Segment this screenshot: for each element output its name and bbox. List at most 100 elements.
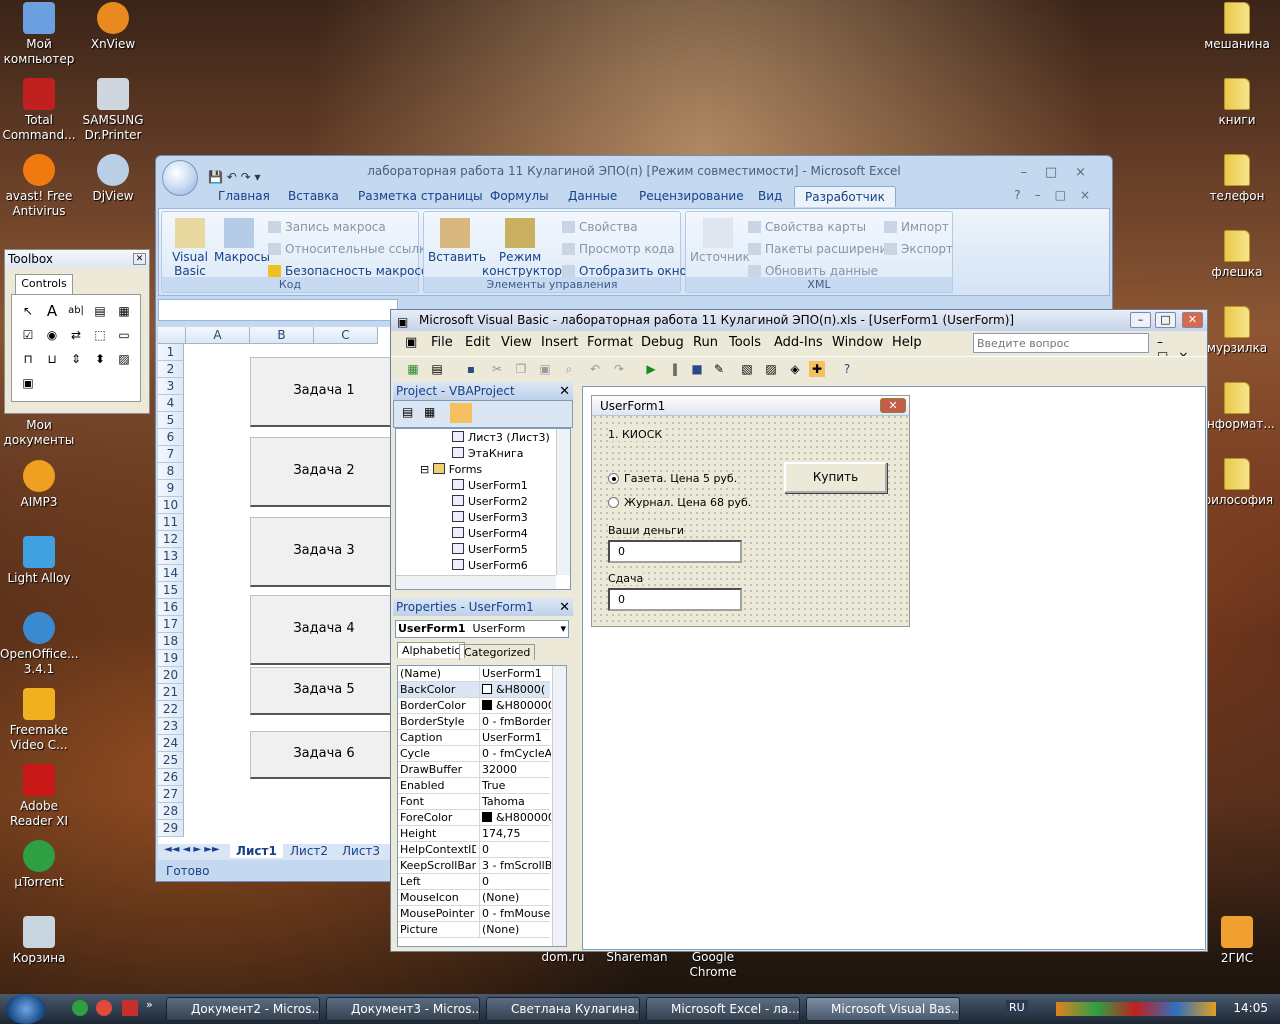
ask-question-input[interactable]	[973, 333, 1149, 353]
utorrent-quicklaunch-icon[interactable]	[72, 1000, 88, 1016]
menu-app-icon[interactable]: ▣	[405, 335, 417, 350]
menu-insert[interactable]: Insert	[541, 335, 578, 350]
multipage-tool-icon[interactable]: ⊔	[42, 349, 62, 369]
tree-item-sheet3[interactable]: Лист3 (Лист3)	[452, 431, 550, 444]
tabstrip-tool-icon[interactable]: ⊓	[18, 349, 38, 369]
taskbar-button-vbe[interactable]: Microsoft Visual Bas...	[806, 997, 960, 1021]
property-row[interactable]: KeepScrollBarsV3 - fmScrollBar	[398, 858, 551, 874]
row-header[interactable]: 20	[158, 667, 184, 684]
find-icon[interactable]: ⌕	[561, 361, 577, 377]
row-header[interactable]: 4	[158, 395, 184, 412]
row-header[interactable]: 18	[158, 633, 184, 650]
name-box[interactable]	[158, 299, 398, 321]
tab-data[interactable]: Данные	[568, 189, 617, 203]
property-row[interactable]: Enabled True	[398, 778, 550, 794]
opera-quicklaunch-icon[interactable]	[122, 1000, 138, 1016]
property-value[interactable]: UserForm1	[479, 666, 551, 681]
select-all[interactable]	[158, 327, 186, 344]
relative-refs-button[interactable]: Относительные ссылки	[268, 242, 434, 256]
taskbar-button-chrome[interactable]: Светлана Кулагина...	[486, 997, 640, 1021]
tab-alphabetic[interactable]: Alphabetic	[397, 642, 466, 658]
userform1[interactable]: UserForm1 ✕ 1. КИОСК Газета. Цена 5 руб. …	[591, 395, 910, 627]
property-row[interactable]: ForeColor&H8000001	[398, 810, 551, 826]
help-icon[interactable]: ?	[839, 361, 855, 377]
frame-tool-icon[interactable]: ⬚	[90, 325, 110, 345]
design-mode-button[interactable]: Режим конструктора	[482, 218, 569, 278]
menu-help[interactable]: Help	[892, 335, 922, 350]
row-header[interactable]: 22	[158, 701, 184, 718]
taskbar-button-excel[interactable]: Microsoft Excel - ла...	[646, 997, 800, 1021]
scrollbar-tool-icon[interactable]: ⇕	[66, 349, 86, 369]
money-label[interactable]: Ваши деньги	[608, 524, 684, 537]
view-code-icon[interactable]: ▤	[402, 405, 413, 419]
close-icon[interactable]: ✕	[559, 383, 570, 401]
menu-format[interactable]: Format	[587, 335, 633, 350]
row-header[interactable]: 23	[158, 718, 184, 735]
row-header[interactable]: 10	[158, 497, 184, 514]
listbox-tool-icon[interactable]: ▦	[114, 301, 134, 321]
break-icon[interactable]: ‖	[667, 361, 683, 377]
textbox-tool-icon[interactable]: ab|	[66, 301, 86, 321]
change-label[interactable]: Сдача	[608, 572, 644, 585]
tree-item-userform5[interactable]: UserForm5	[452, 543, 528, 556]
property-row[interactable]: MouseIcon (None)	[398, 890, 550, 906]
buy-button[interactable]: Купить	[784, 462, 887, 493]
property-value[interactable]: 32000	[479, 762, 551, 777]
row-header[interactable]: 6	[158, 429, 184, 446]
chevron-icon[interactable]: »	[146, 998, 153, 1011]
excel-view-icon[interactable]: ▦	[405, 361, 421, 377]
column-header[interactable]: C	[314, 327, 378, 344]
tab-categorized[interactable]: Categorized	[459, 644, 536, 660]
tree-item-userform1[interactable]: UserForm1	[452, 479, 528, 492]
refresh-data-button[interactable]: Обновить данные	[748, 264, 878, 278]
column-header[interactable]: B	[250, 327, 314, 344]
desktop-folder[interactable]: философия	[1198, 458, 1276, 508]
desktop-folder[interactable]: информат...	[1198, 382, 1276, 432]
refedit-tool-icon[interactable]: ▣	[18, 373, 38, 393]
maximize-button[interactable]: □	[1155, 312, 1176, 328]
desktop-icon-djview[interactable]: DjView	[74, 154, 152, 204]
row-header[interactable]: 15	[158, 582, 184, 599]
property-value[interactable]: UserForm1	[479, 730, 551, 745]
money-textbox[interactable]: 0	[608, 540, 742, 563]
tree-item-userform3[interactable]: UserForm3	[452, 511, 528, 524]
view-code-button[interactable]: Просмотр кода	[562, 242, 675, 256]
properties-window-icon[interactable]: ▨	[763, 361, 779, 377]
menu-tools[interactable]: Tools	[729, 335, 761, 350]
menu-edit[interactable]: Edit	[465, 335, 490, 350]
row-header[interactable]: 27	[158, 786, 184, 803]
run-icon[interactable]: ▶	[643, 361, 659, 377]
tree-item-userform4[interactable]: UserForm4	[452, 527, 528, 540]
desktop-icon-my-documents[interactable]: Мои документы	[0, 418, 78, 448]
sheet-tab-1[interactable]: Лист1	[230, 844, 283, 858]
row-header[interactable]: 7	[158, 446, 184, 463]
property-row[interactable]: MousePointer 0 - fmMousePc	[398, 906, 551, 922]
design-mode-icon[interactable]: ✎	[711, 361, 727, 377]
copy-icon[interactable]: ❐	[513, 361, 529, 377]
change-textbox[interactable]: 0	[608, 588, 742, 611]
task-button-3[interactable]: Задача 3	[250, 517, 398, 587]
view-object-icon[interactable]: ▦	[424, 405, 435, 419]
label-tool-icon[interactable]: A	[42, 301, 62, 321]
help-icon[interactable]: ?–□×	[1014, 188, 1104, 202]
checkbox-tool-icon[interactable]: ☑	[18, 325, 38, 345]
property-value[interactable]: 174,75	[479, 826, 551, 841]
property-value[interactable]: (None)	[479, 922, 551, 937]
tree-item-userform6[interactable]: UserForm6	[452, 559, 528, 572]
row-header[interactable]: 16	[158, 599, 184, 616]
import-button[interactable]: Импорт	[884, 220, 949, 234]
row-header[interactable]: 21	[158, 684, 184, 701]
show-window-button[interactable]: Отобразить окно	[562, 264, 687, 278]
task-button-1[interactable]: Задача 1	[250, 357, 398, 427]
desktop-icon-chrome[interactable]: Google Chrome	[674, 950, 752, 980]
menu-addins[interactable]: Add-Ins	[774, 335, 823, 350]
desktop-icon-openoffice[interactable]: OpenOffice... 3.4.1	[0, 612, 79, 677]
property-row[interactable]: BorderStyle 0 - fmBorderSt	[398, 714, 551, 730]
desktop-icon-recycle-bin[interactable]: Корзина	[0, 916, 78, 966]
property-value[interactable]: Tahoma	[479, 794, 551, 809]
toggle-tool-icon[interactable]: ⇄	[66, 325, 86, 345]
menu-window[interactable]: Window	[832, 335, 883, 350]
row-header[interactable]: 14	[158, 565, 184, 582]
desktop-folder[interactable]: мешанина	[1198, 2, 1276, 52]
insert-userform-icon[interactable]: ▤	[429, 361, 445, 377]
